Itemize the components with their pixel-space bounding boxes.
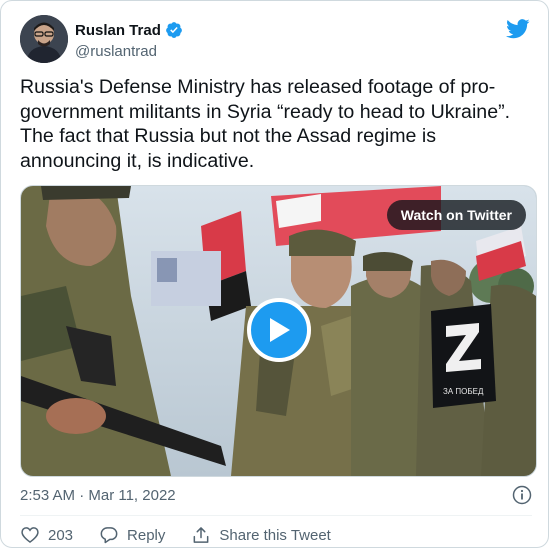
z-banner-text: ЗА ПОБЕД — [443, 387, 484, 396]
reply-button[interactable]: Reply — [99, 525, 165, 545]
tweet-text: Russia's Defense Ministry has released f… — [20, 76, 511, 172]
tweet-timestamp[interactable]: 2:53 AM · Mar 11, 2022 — [20, 487, 176, 504]
video-player[interactable]: ЗА ПОБЕД Watch on Twitter — [20, 185, 537, 477]
like-button[interactable]: 203 — [20, 525, 73, 545]
author-handle[interactable]: @ruslantrad — [75, 43, 157, 60]
play-icon — [270, 318, 290, 342]
play-button[interactable] — [247, 298, 311, 362]
reply-label: Reply — [127, 526, 166, 544]
share-label: Share this Tweet — [219, 526, 331, 544]
heart-icon — [21, 527, 39, 544]
reply-icon — [100, 527, 118, 544]
divider — [20, 515, 532, 516]
watch-on-twitter-button[interactable]: Watch on Twitter — [386, 200, 526, 230]
info-icon[interactable] — [512, 485, 532, 505]
avatar[interactable] — [20, 15, 68, 63]
share-button[interactable]: Share this Tweet — [191, 525, 331, 545]
verified-badge-icon — [165, 22, 182, 38]
twitter-bird-icon[interactable] — [506, 19, 530, 39]
author-name-row[interactable]: Ruslan Trad — [75, 21, 183, 39]
tweet-card: Ruslan Trad @ruslantrad Russia's Defense… — [0, 0, 549, 548]
tweet-actions: 203 Reply Share this Tweet — [20, 525, 357, 545]
share-icon — [193, 527, 209, 543]
author-name[interactable]: Ruslan Trad — [75, 22, 161, 39]
like-count: 203 — [48, 526, 74, 544]
